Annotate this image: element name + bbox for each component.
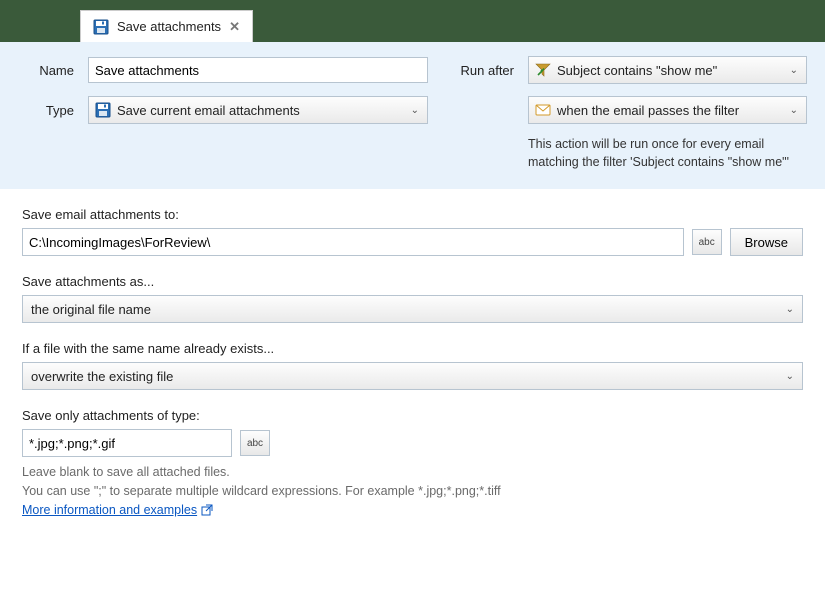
type-label: Type [18, 103, 78, 118]
filter-input[interactable] [22, 429, 232, 457]
save-as-label: Save attachments as... [22, 274, 803, 289]
when-dropdown[interactable]: when the email passes the filter ⌄ [528, 96, 807, 124]
save-to-label: Save email attachments to: [22, 207, 803, 222]
main-panel: Save email attachments to: abc Browse Sa… [0, 189, 825, 547]
help-text-line2: You can use ";" to separate multiple wil… [22, 482, 803, 501]
browse-button[interactable]: Browse [730, 228, 803, 256]
tab-save-attachments[interactable]: Save attachments ✕ [80, 10, 253, 42]
title-bar: Save attachments ✕ [0, 0, 825, 42]
when-value: when the email passes the filter [557, 103, 739, 118]
more-info-link[interactable]: More information and examples [22, 501, 213, 520]
filter-label: Save only attachments of type: [22, 408, 803, 423]
abc-button[interactable]: abc [240, 430, 270, 456]
run-after-dropdown[interactable]: Subject contains "show me" ⌄ [528, 56, 807, 84]
exists-label: If a file with the same name already exi… [22, 341, 803, 356]
save-icon [93, 19, 109, 35]
run-after-label: Run after [438, 63, 518, 78]
save-to-input[interactable] [22, 228, 684, 256]
name-input[interactable] [88, 57, 428, 83]
type-value: Save current email attachments [117, 103, 300, 118]
filter-icon [535, 62, 551, 78]
save-icon [95, 102, 111, 118]
chevron-down-icon: ⌄ [786, 304, 794, 315]
type-dropdown[interactable]: Save current email attachments ⌄ [88, 96, 428, 124]
close-icon[interactable]: ✕ [229, 19, 240, 35]
abc-button[interactable]: abc [692, 229, 722, 255]
run-after-value: Subject contains "show me" [557, 63, 717, 78]
header-panel: Name Run after Subject contains "show me… [0, 42, 825, 189]
chevron-down-icon: ⌄ [790, 65, 798, 76]
save-as-dropdown[interactable]: the original file name ⌄ [22, 295, 803, 323]
save-as-value: the original file name [31, 302, 151, 317]
chevron-down-icon: ⌄ [786, 371, 794, 382]
name-label: Name [18, 63, 78, 78]
mail-icon [535, 102, 551, 118]
exists-dropdown[interactable]: overwrite the existing file ⌄ [22, 362, 803, 390]
chevron-down-icon: ⌄ [411, 105, 419, 116]
run-after-note: This action will be run once for every e… [528, 136, 807, 171]
help-text-line1: Leave blank to save all attached files. [22, 463, 803, 482]
external-link-icon [201, 504, 213, 516]
link-label: More information and examples [22, 501, 197, 520]
exists-value: overwrite the existing file [31, 369, 173, 384]
tab-label: Save attachments [117, 19, 221, 34]
chevron-down-icon: ⌄ [790, 105, 798, 116]
